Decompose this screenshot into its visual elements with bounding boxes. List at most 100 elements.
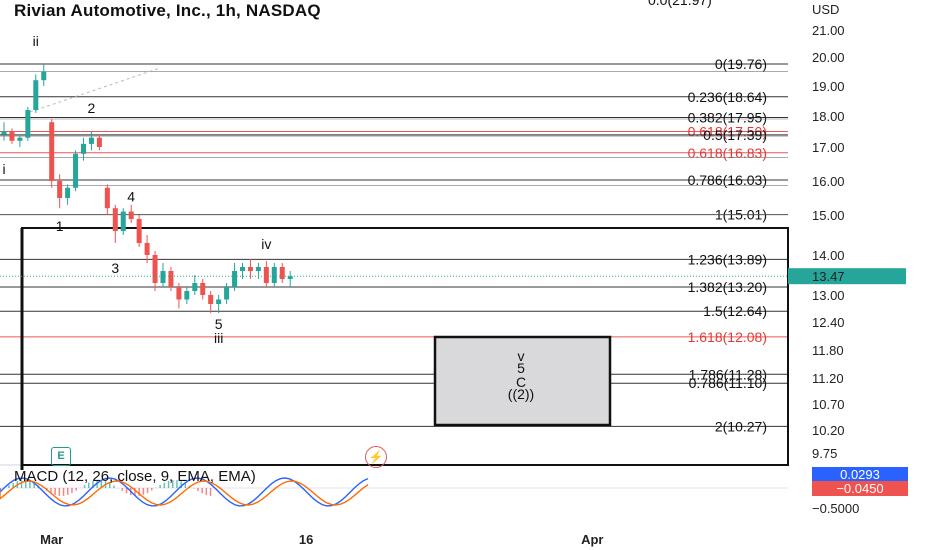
price-tick-label: 9.75 [812, 446, 837, 461]
price-tick-label: 13.00 [812, 288, 845, 303]
fib-level-label: 0.618(16.83) [688, 145, 767, 161]
fib-level-label: 1.618(12.08) [688, 329, 767, 345]
macd-histogram-bar [75, 488, 77, 491]
wave-label: ii [33, 33, 39, 49]
candle-body [17, 137, 23, 141]
macd-histogram-bar [197, 488, 199, 492]
macd-histogram-bar [83, 485, 86, 488]
fib-level-label: 0.5(17.39) [703, 127, 767, 143]
macd-histogram-bar [54, 488, 56, 495]
macd-histogram-bar [62, 488, 65, 496]
candle-body [224, 287, 230, 300]
wave-label: 1 [56, 218, 64, 234]
wave-label: i [2, 161, 5, 177]
time-tick-label: 16 [299, 532, 313, 547]
candle-body [271, 267, 277, 283]
candle-body [81, 143, 86, 154]
macd-histogram-bar [146, 488, 149, 493]
macd-histogram-bar [67, 488, 69, 495]
signal-value-badge: −0.0450 [812, 481, 908, 496]
wave-frame-box [21, 227, 789, 466]
candle-body [120, 211, 126, 231]
price-tick-label: 10.70 [812, 397, 845, 412]
fib-level-label: 1.5(12.64) [703, 303, 767, 319]
candle-body [168, 271, 174, 287]
lightning-icon[interactable]: ⚡ [365, 446, 387, 468]
wave-label: 3 [111, 260, 119, 276]
candle-body [41, 71, 47, 81]
wave-label: 2 [88, 100, 96, 116]
candle-body [9, 131, 15, 141]
wave-label: iv [261, 236, 271, 252]
macd-histogram-bar [205, 488, 208, 496]
candle-body [57, 181, 63, 198]
macd-axis-label: −0.5000 [812, 501, 859, 516]
candle-body [96, 137, 102, 147]
target-box-label: ((2)) [508, 386, 534, 402]
earnings-button[interactable]: E [51, 447, 71, 466]
candle-body [88, 137, 94, 144]
fib-level-label: 1.236(13.89) [688, 251, 767, 267]
time-tick-label: Mar [40, 532, 63, 547]
wave-label: iii [214, 330, 223, 346]
last-price-label: 13.47 [812, 269, 845, 284]
macd-histogram-bar [8, 485, 10, 488]
fib-level-label: 2(10.27) [715, 418, 767, 434]
price-tick-label: 21.00 [812, 23, 845, 38]
candle-body [136, 219, 142, 243]
chart-title: Rivian Automotive, Inc., 1h, NASDAQ [14, 1, 321, 20]
macd-value-badge: 0.0293 [812, 467, 908, 482]
candle-body [240, 267, 245, 271]
price-tick-label: 14.00 [812, 248, 845, 263]
fib-level-label: 1.382(13.20) [688, 279, 767, 295]
price-tick-label: 19.00 [812, 79, 845, 94]
price-tick-label: 15.00 [812, 208, 845, 223]
fib-level-label: 0.786(11.10) [689, 375, 767, 391]
candle-body [128, 211, 134, 219]
candle-body [1, 131, 7, 135]
last-price-badge [788, 268, 906, 285]
price-tick-label: 18.00 [812, 109, 845, 124]
candle-body [144, 243, 150, 255]
price-tick-label: 10.20 [812, 423, 845, 438]
candle-body [279, 267, 285, 279]
macd-histogram-bar [113, 485, 115, 488]
price-tick-label: 12.40 [812, 315, 845, 330]
price-tick-label: 11.20 [812, 371, 844, 386]
macd-histogram-bar [209, 488, 212, 496]
macd-histogram-bar [121, 488, 124, 491]
currency-label: USD [812, 2, 839, 17]
candle-body [184, 291, 190, 300]
candle-body [247, 267, 253, 271]
wave-label: 4 [127, 188, 135, 204]
macd-indicator-label[interactable]: MACD (12, 26, close, 9, EMA, EMA) [14, 468, 256, 485]
macd-histogram-bar [151, 488, 153, 491]
macd-histogram-bar [142, 488, 145, 495]
candle-body [49, 122, 55, 181]
candle-body [192, 283, 198, 291]
time-tick-label: Apr [581, 532, 603, 547]
macd-histogram-bar [58, 488, 61, 496]
candle-body [216, 299, 222, 304]
macd-histogram-bar [71, 488, 73, 494]
candle-body [104, 187, 110, 209]
macd-histogram-bar [201, 488, 203, 494]
price-tick-label: 11.80 [812, 343, 844, 358]
candle-body [25, 110, 31, 138]
candle-body [200, 283, 206, 295]
candle-body [65, 187, 71, 198]
candle-body [208, 295, 214, 304]
candle-body [160, 271, 166, 283]
candle-body [255, 267, 261, 271]
price-tick-label: 20.00 [812, 50, 845, 65]
candle-body [33, 80, 39, 110]
candle-body [263, 267, 269, 283]
fib-top-cut-label: 0.0(21.97) [648, 0, 712, 8]
price-tick-label: 17.00 [812, 140, 845, 155]
candle-body [152, 255, 158, 283]
macd-histogram-bar [159, 485, 161, 488]
macd-histogram-bar [125, 488, 128, 494]
candle-body [112, 208, 118, 231]
price-tick-label: 16.00 [812, 174, 845, 189]
fib-level-label: 0.236(18.64) [688, 89, 767, 105]
